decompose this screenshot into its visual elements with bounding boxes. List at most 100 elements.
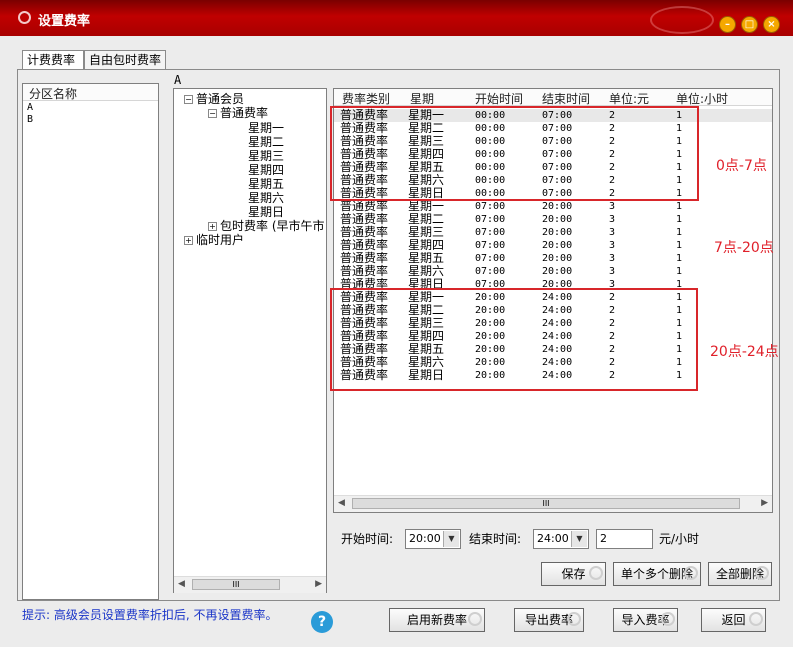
tree-day[interactable]: 星期六 xyxy=(248,191,284,205)
col-end-time[interactable]: 结束时间 xyxy=(542,90,590,107)
minimize-button[interactable]: – xyxy=(719,16,736,33)
table-row[interactable]: 普通费率 星期二 07:00 20:00 3 1 xyxy=(334,213,772,226)
zone-item[interactable]: B xyxy=(23,113,158,126)
table-cell: 20:00 xyxy=(542,227,573,238)
tree-hscrollbar[interactable]: ◀ III ▶ xyxy=(174,576,326,593)
scroll-thumb[interactable]: III xyxy=(192,579,280,590)
delete-selected-button[interactable]: 单个多个删除 xyxy=(613,562,701,586)
table-cell: 1 xyxy=(676,253,683,264)
highlight-box xyxy=(330,106,699,201)
save-button[interactable]: 保存 xyxy=(541,562,606,586)
export-rate-button[interactable]: 导出费率 xyxy=(514,608,584,632)
col-weekday[interactable]: 星期 xyxy=(410,90,434,107)
table-cell: 1 xyxy=(676,266,683,277)
selected-zone-label: A xyxy=(174,73,182,87)
tree-day[interactable]: 星期日 xyxy=(248,205,284,219)
ornament-icon xyxy=(468,612,482,626)
rate-settings-window: 设置费率 – □ × 计费费率 自由包时费率 分区名称 A B A − 普通会员 … xyxy=(0,0,793,647)
table-row[interactable]: 普通费率 星期一 07:00 20:00 3 1 xyxy=(334,200,772,213)
table-cell: 3 xyxy=(609,227,616,238)
col-unit-yuan[interactable]: 单位:元 xyxy=(609,90,649,107)
table-cell: 07:00 xyxy=(475,266,506,277)
table-row[interactable]: 普通费率 星期六 07:00 20:00 3 1 xyxy=(334,265,772,278)
expand-icon[interactable]: + xyxy=(208,222,217,231)
tree-day[interactable]: 星期五 xyxy=(248,177,284,191)
zone-list[interactable]: 分区名称 A B xyxy=(22,83,159,600)
tree-node-rate-package[interactable]: + 包时费率 (早市午市 xyxy=(208,219,325,233)
app-icon xyxy=(18,11,31,24)
annotation-label: 0点-7点 xyxy=(716,158,767,174)
ornament-icon xyxy=(749,612,763,626)
delete-all-button[interactable]: 全部删除 xyxy=(708,562,772,586)
ornament-icon xyxy=(589,566,603,580)
tree-day[interactable]: 星期二 xyxy=(248,135,284,149)
table-cell: 20:00 xyxy=(542,253,573,264)
tree-day[interactable]: 星期四 xyxy=(248,163,284,177)
tree-day[interactable]: 星期一 xyxy=(248,121,284,135)
table-row[interactable]: 普通费率 星期五 07:00 20:00 3 1 xyxy=(334,252,772,265)
table-cell: 3 xyxy=(609,240,616,251)
table-cell: 3 xyxy=(609,253,616,264)
zone-name-header[interactable]: 分区名称 xyxy=(29,85,77,102)
rate-tree[interactable]: − 普通会员 − 普通费率 星期一 星期二 星期三 星期四 星期五 星期六 星期日 … xyxy=(173,88,327,593)
scroll-right-arrow[interactable]: ▶ xyxy=(315,579,322,589)
tab-billing-rate[interactable]: 计费费率 xyxy=(22,50,84,70)
scroll-left-arrow[interactable]: ◀ xyxy=(338,498,345,508)
table-cell: 07:00 xyxy=(475,214,506,225)
table-cell: 1 xyxy=(676,240,683,251)
table-cell: 07:00 xyxy=(475,253,506,264)
end-time-select[interactable]: 24:00 ▼ xyxy=(533,529,589,549)
back-button[interactable]: 返回 xyxy=(701,608,766,632)
table-hscrollbar[interactable]: ◀ III ▶ xyxy=(334,495,772,512)
annotation-label: 7点-20点 xyxy=(714,240,774,256)
ornament-icon xyxy=(684,566,698,580)
import-rate-button[interactable]: 导入费率 xyxy=(613,608,678,632)
table-cell: 1 xyxy=(676,214,683,225)
table-cell: 07:00 xyxy=(475,201,506,212)
scroll-right-arrow[interactable]: ▶ xyxy=(761,498,768,508)
annotation-label: 20点-24点 xyxy=(710,344,779,360)
end-time-label: 结束时间: xyxy=(469,532,522,546)
scroll-thumb[interactable]: III xyxy=(352,498,740,509)
zone-list-header[interactable]: 分区名称 xyxy=(23,84,158,101)
chevron-down-icon[interactable]: ▼ xyxy=(443,531,459,547)
rate-table-header: 费率类别 星期 开始时间 结束时间 单位:元 单位:小时 xyxy=(334,89,772,106)
ornament-icon xyxy=(567,612,581,626)
tree-node-rate-normal[interactable]: − 普通费率 xyxy=(208,106,268,120)
col-start-time[interactable]: 开始时间 xyxy=(475,90,523,107)
table-cell: 20:00 xyxy=(542,214,573,225)
start-time-select[interactable]: 20:00 ▼ xyxy=(405,529,461,549)
title-bar[interactable]: 设置费率 – □ × xyxy=(0,0,793,36)
table-cell: 1 xyxy=(676,201,683,212)
table-row[interactable]: 普通费率 星期三 07:00 20:00 3 1 xyxy=(334,226,772,239)
tree-day[interactable]: 星期三 xyxy=(248,149,284,163)
chevron-down-icon[interactable]: ▼ xyxy=(571,531,587,547)
table-cell: 07:00 xyxy=(475,240,506,251)
tree-node-temp-user[interactable]: + 临时用户 xyxy=(184,233,244,247)
decorative-swirl xyxy=(650,6,714,34)
highlight-box xyxy=(330,288,698,391)
enable-new-rate-button[interactable]: 启用新费率 xyxy=(389,608,485,632)
maximize-button[interactable]: □ xyxy=(741,16,758,33)
table-cell: 20:00 xyxy=(542,201,573,212)
col-rate-type[interactable]: 费率类别 xyxy=(342,90,390,107)
collapse-icon[interactable]: − xyxy=(184,95,193,104)
unit-label: 元/小时 xyxy=(659,532,700,546)
table-cell: 07:00 xyxy=(475,227,506,238)
help-icon[interactable]: ? xyxy=(311,611,333,633)
col-unit-hour[interactable]: 单位:小时 xyxy=(676,90,728,107)
start-time-label: 开始时间: xyxy=(341,532,394,546)
table-row[interactable]: 普通费率 星期四 07:00 20:00 3 1 xyxy=(334,239,772,252)
price-input[interactable]: 2 xyxy=(596,529,653,549)
expand-icon[interactable]: + xyxy=(184,236,193,245)
close-button[interactable]: × xyxy=(763,16,780,33)
table-cell: 3 xyxy=(609,214,616,225)
hint-text: 提示: 高级会员设置费率折扣后, 不再设置费率。 xyxy=(22,608,278,622)
tree-node-member[interactable]: − 普通会员 xyxy=(184,92,244,106)
ornament-icon xyxy=(661,612,675,626)
collapse-icon[interactable]: − xyxy=(208,109,217,118)
table-cell: 3 xyxy=(609,201,616,212)
table-cell: 20:00 xyxy=(542,240,573,251)
scroll-left-arrow[interactable]: ◀ xyxy=(178,579,185,589)
tab-free-package-rate[interactable]: 自由包时费率 xyxy=(84,50,166,69)
